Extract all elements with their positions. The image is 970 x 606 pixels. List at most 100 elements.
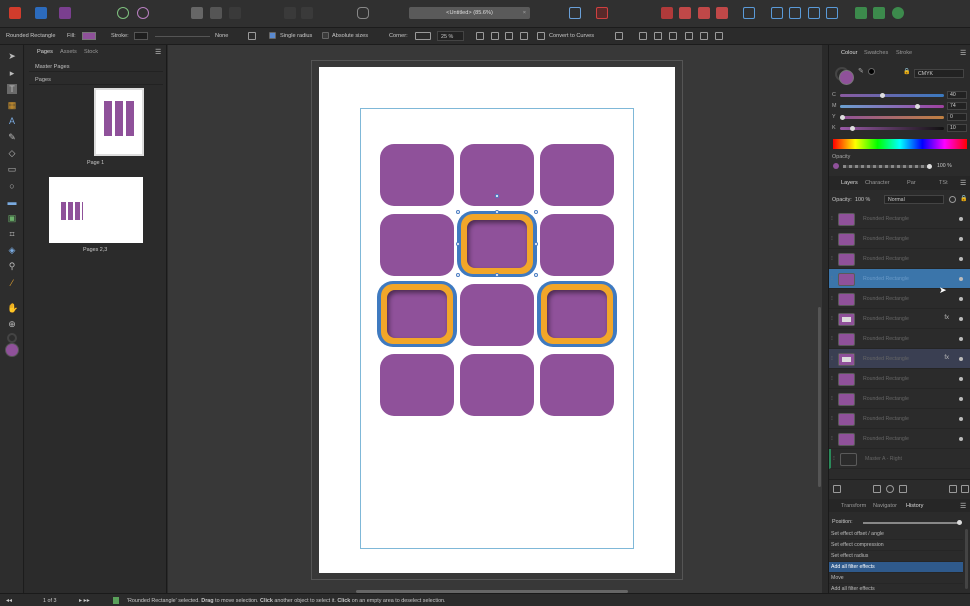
layer-row[interactable]: ⁝ Rounded Rectangle bbox=[829, 229, 970, 249]
visibility-toggle[interactable] bbox=[959, 417, 963, 421]
align-vcenter-icon[interactable] bbox=[700, 32, 708, 40]
color-model-select[interactable]: CMYK bbox=[914, 69, 964, 78]
convert-to-curves-icon[interactable] bbox=[537, 32, 545, 40]
black-swatch[interactable] bbox=[868, 68, 875, 75]
arrange-backward-icon[interactable] bbox=[679, 7, 691, 19]
boolean-subtract-icon[interactable] bbox=[873, 7, 885, 19]
tab-text-styles[interactable]: TSt bbox=[939, 180, 948, 186]
drag-handle-icon[interactable]: ⁝ bbox=[831, 255, 833, 262]
rotation-handle[interactable] bbox=[495, 194, 499, 198]
align-right-icon[interactable] bbox=[669, 32, 677, 40]
text-frame-icon[interactable] bbox=[569, 7, 581, 19]
preview-toggle-icon[interactable] bbox=[357, 7, 369, 19]
tab-pages[interactable]: Pages bbox=[37, 49, 53, 55]
layers-menu-icon[interactable]: ☰ bbox=[960, 179, 966, 187]
tab-assets[interactable]: Assets bbox=[60, 49, 77, 55]
arrange-back-icon[interactable] bbox=[661, 7, 673, 19]
layer-settings-icon[interactable] bbox=[949, 196, 956, 203]
visibility-toggle[interactable] bbox=[959, 437, 963, 441]
ellipse-tool-icon[interactable]: ○ bbox=[7, 181, 17, 191]
add-mask-icon[interactable] bbox=[873, 485, 881, 493]
align-left-icon[interactable] bbox=[639, 32, 647, 40]
channel-m-slider[interactable] bbox=[840, 104, 944, 109]
history-item[interactable]: Set effect compression bbox=[829, 540, 963, 551]
tab-navigator[interactable]: Navigator bbox=[873, 503, 897, 509]
tab-character[interactable]: Character bbox=[865, 180, 890, 186]
layer-row[interactable]: ⁝ Rounded Rectangle bbox=[829, 269, 970, 289]
selection-handle[interactable] bbox=[495, 210, 499, 214]
fill-tool-icon[interactable]: ◈ bbox=[7, 245, 17, 255]
shape-tool-icon[interactable]: ◇ bbox=[7, 148, 17, 158]
rounded-rectangle[interactable] bbox=[380, 214, 454, 276]
layer-lock-icon[interactable]: 🔒 bbox=[960, 195, 967, 202]
close-icon[interactable]: × bbox=[523, 7, 526, 19]
move-tool-icon[interactable]: ➤ bbox=[7, 51, 17, 61]
table-tool-icon[interactable]: ▦ bbox=[7, 100, 17, 110]
rounded-rectangle[interactable] bbox=[460, 354, 534, 416]
rounded-rectangle[interactable] bbox=[540, 144, 614, 206]
channel-c-slider[interactable] bbox=[840, 93, 944, 98]
fill-color-circle[interactable] bbox=[839, 70, 854, 85]
visibility-toggle[interactable] bbox=[959, 217, 963, 221]
history-menu-icon[interactable]: ☰ bbox=[960, 502, 966, 510]
bleed-icon[interactable] bbox=[229, 7, 241, 19]
arrange-forward-icon[interactable] bbox=[698, 7, 710, 19]
layer-row[interactable]: ⁝ Rounded Rectangle bbox=[829, 209, 970, 229]
fx-icon[interactable]: fx bbox=[944, 315, 949, 321]
fx-effects-icon[interactable] bbox=[899, 485, 907, 493]
history-item[interactable]: Set effect offset / angle bbox=[829, 529, 963, 540]
align-icon[interactable] bbox=[743, 7, 755, 19]
drag-handle-icon[interactable]: ⁝ bbox=[831, 435, 833, 442]
layer-opacity-value[interactable]: 100 % bbox=[855, 197, 870, 203]
align-bottom-icon[interactable] bbox=[715, 32, 723, 40]
channel-y-slider[interactable] bbox=[840, 115, 944, 120]
visibility-toggle[interactable] bbox=[959, 297, 963, 301]
visibility-toggle[interactable] bbox=[959, 237, 963, 241]
master-pages-section[interactable]: Master Pages bbox=[29, 62, 163, 72]
history-position-slider[interactable] bbox=[863, 520, 962, 525]
pages-section[interactable]: Pages bbox=[29, 75, 163, 85]
pin-table-icon[interactable] bbox=[301, 7, 313, 19]
layer-row[interactable]: ⁝ Rounded Rectangle fx bbox=[829, 309, 970, 329]
tab-history[interactable]: History bbox=[906, 503, 923, 509]
layer-row[interactable]: ⁝ Rounded Rectangle bbox=[829, 369, 970, 389]
drag-handle-icon[interactable]: ⁝ bbox=[831, 295, 833, 302]
adjustment-icon[interactable] bbox=[886, 485, 894, 493]
fill-swatch[interactable] bbox=[82, 32, 96, 40]
history-item[interactable]: Move bbox=[829, 573, 963, 584]
drag-handle-icon[interactable]: ⁝ bbox=[831, 215, 833, 222]
next-page-icon[interactable]: ▸ ▸▸ bbox=[79, 597, 90, 604]
layer-row[interactable]: ⁝ Rounded Rectangle bbox=[829, 429, 970, 449]
tab-transform[interactable]: Transform bbox=[841, 503, 866, 509]
drag-handle-icon[interactable]: ⁝ bbox=[831, 315, 833, 322]
place-image-tool-icon[interactable]: ▣ bbox=[7, 213, 17, 223]
align-center-icon[interactable] bbox=[491, 32, 499, 40]
pin-icon[interactable] bbox=[284, 7, 296, 19]
designer-persona-icon[interactable] bbox=[59, 7, 71, 19]
color-picker-tool-icon[interactable]: ⁄ bbox=[7, 278, 17, 288]
history-item[interactable]: Add all filter effects bbox=[829, 562, 963, 573]
align-top-icon[interactable] bbox=[685, 32, 693, 40]
visibility-toggle[interactable] bbox=[959, 317, 963, 321]
visibility-toggle[interactable] bbox=[959, 277, 963, 281]
visibility-toggle[interactable] bbox=[959, 357, 963, 361]
tab-layers[interactable]: Layers bbox=[841, 180, 858, 186]
stroke-swatch[interactable] bbox=[134, 32, 148, 40]
drag-handle-icon[interactable]: ⁝ bbox=[831, 415, 833, 422]
absolute-sizes-checkbox[interactable] bbox=[322, 32, 329, 39]
rounded-rectangle-effects[interactable] bbox=[377, 281, 457, 347]
layer-add-icon[interactable] bbox=[833, 485, 841, 493]
single-radius-checkbox[interactable] bbox=[269, 32, 276, 39]
corner-radius-field[interactable]: 25 % bbox=[437, 31, 464, 41]
colour-panel-menu-icon[interactable]: ☰ bbox=[960, 49, 966, 57]
picture-frame-tool-icon[interactable]: ▬ bbox=[7, 197, 17, 207]
pages-2-3-thumbnail[interactable] bbox=[49, 177, 143, 243]
photo-persona-icon[interactable] bbox=[35, 7, 47, 19]
rectangle-tool-icon[interactable]: ▭ bbox=[7, 164, 17, 174]
opacity-slider[interactable] bbox=[843, 164, 932, 169]
status-scrollbar[interactable] bbox=[356, 590, 626, 593]
opacity-value[interactable]: 100 % bbox=[937, 163, 952, 169]
history-scrollbar[interactable] bbox=[965, 529, 968, 589]
preview-mode-icon[interactable] bbox=[210, 7, 222, 19]
drag-handle-icon[interactable]: ⁝ bbox=[833, 455, 835, 462]
